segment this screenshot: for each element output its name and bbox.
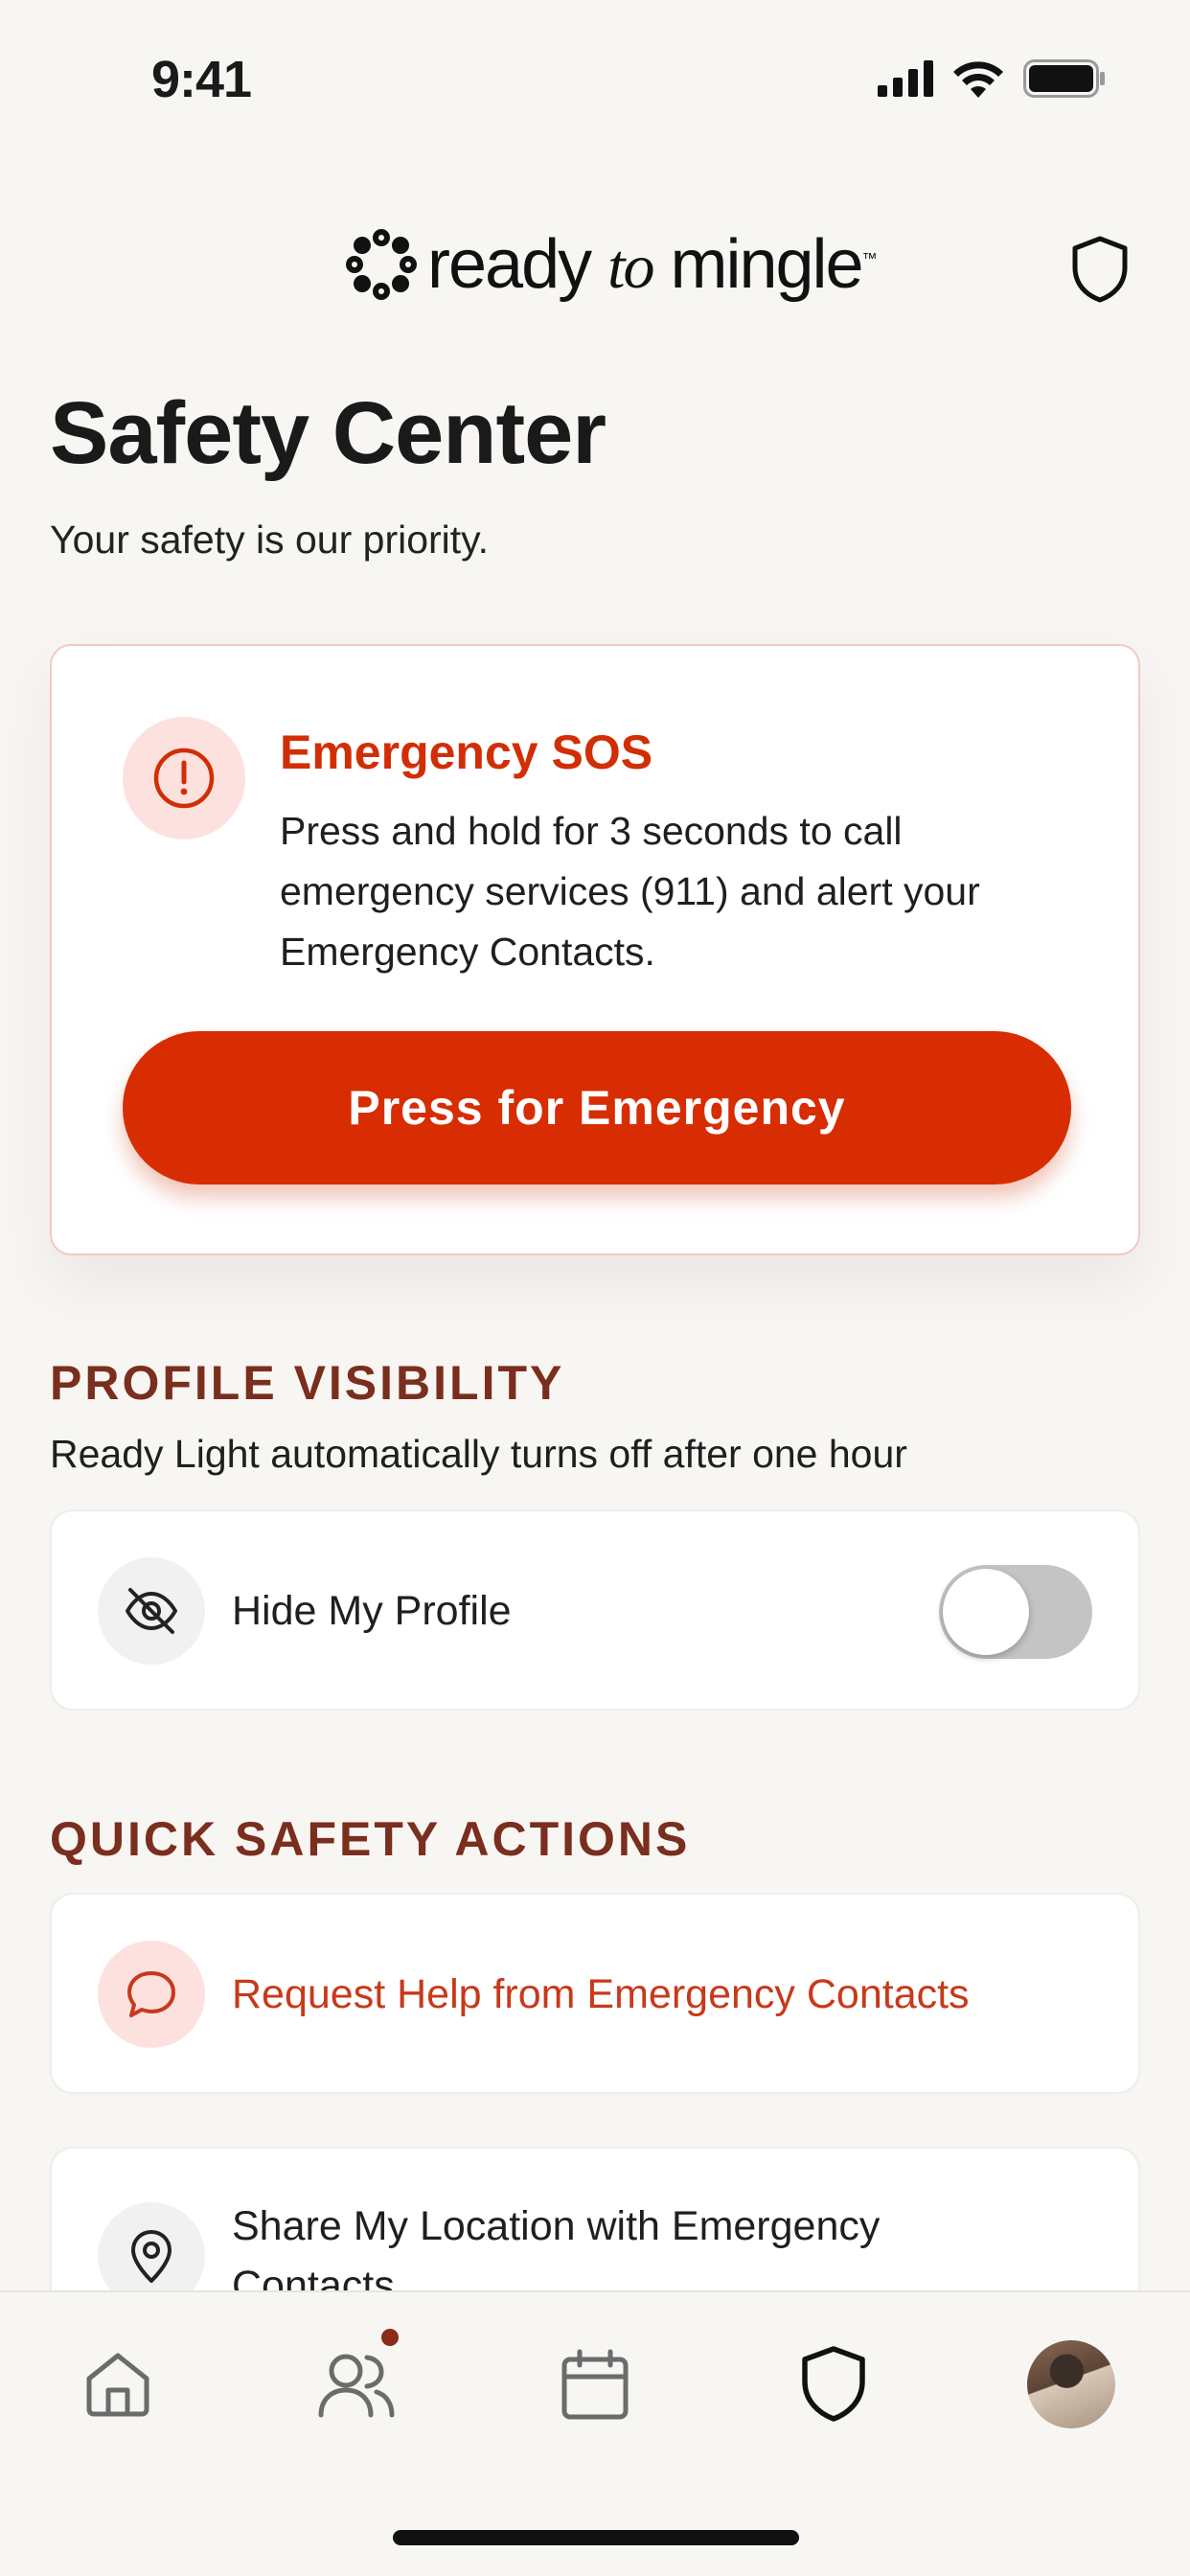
hide-profile-row[interactable]: Hide My Profile [50, 1509, 1140, 1711]
status-time: 9:41 [151, 51, 252, 108]
calendar-icon [561, 2349, 629, 2420]
logo-wordmark: ready to mingle™ [427, 225, 878, 304]
status-bar: 9:41 [0, 0, 1190, 144]
eye-off-icon-container [98, 1557, 205, 1665]
cellular-signal-icon [878, 60, 933, 97]
press-for-emergency-button[interactable]: Press for Emergency [123, 1031, 1071, 1184]
hide-profile-toggle[interactable] [939, 1565, 1092, 1659]
wifi-icon [953, 61, 1003, 98]
sos-description: Press and hold for 3 seconds to call eme… [280, 809, 980, 974]
home-indicator [393, 2530, 799, 2545]
emergency-sos-card: Emergency SOS Press and hold for 3 secon… [50, 644, 1140, 1255]
profile-visibility-heading: PROFILE VISIBILITY [50, 1356, 565, 1410]
people-icon [318, 2354, 395, 2418]
tab-calendar[interactable] [547, 2336, 643, 2432]
chat-bubble-icon [127, 1971, 175, 2017]
logo-mark-icon [346, 229, 417, 300]
app-header: ready to mingle™ [0, 216, 1190, 321]
app-logo: ready to mingle™ [345, 225, 878, 304]
alert-circle-icon [153, 748, 215, 809]
request-help-label: Request Help from Emergency Contacts [232, 1971, 970, 2017]
logo-part-to: to [607, 232, 654, 302]
toggle-knob [943, 1569, 1029, 1655]
chat-bubble-icon-container [98, 1941, 205, 2048]
shield-icon[interactable] [1069, 235, 1131, 304]
battery-icon [1023, 59, 1105, 98]
request-help-action[interactable]: Request Help from Emergency Contacts [50, 1893, 1140, 2094]
tab-profile[interactable] [1023, 2336, 1119, 2432]
eye-off-icon [126, 1588, 177, 1634]
notification-badge [378, 2325, 402, 2350]
sos-title: Emergency SOS [280, 725, 653, 779]
avatar [1027, 2340, 1115, 2428]
status-icons [878, 59, 1106, 98]
hide-profile-label: Hide My Profile [232, 1588, 512, 1634]
shield-icon [802, 2346, 865, 2422]
location-pin-icon [131, 2230, 172, 2283]
tab-home[interactable] [70, 2336, 166, 2432]
sos-icon-container [123, 717, 245, 840]
home-icon [86, 2353, 149, 2417]
profile-visibility-description: Ready Light automatically turns off afte… [50, 1432, 907, 1476]
logo-trademark: ™ [861, 251, 878, 267]
tab-safety[interactable] [786, 2336, 881, 2432]
logo-part-mingle: mingle [670, 226, 863, 303]
quick-safety-actions-heading: QUICK SAFETY ACTIONS [50, 1812, 691, 1866]
page-subtitle: Your safety is our priority. [50, 518, 490, 562]
page-title: Safety Center [50, 384, 606, 482]
tab-people[interactable] [309, 2325, 404, 2432]
logo-part-ready: ready [427, 226, 592, 303]
